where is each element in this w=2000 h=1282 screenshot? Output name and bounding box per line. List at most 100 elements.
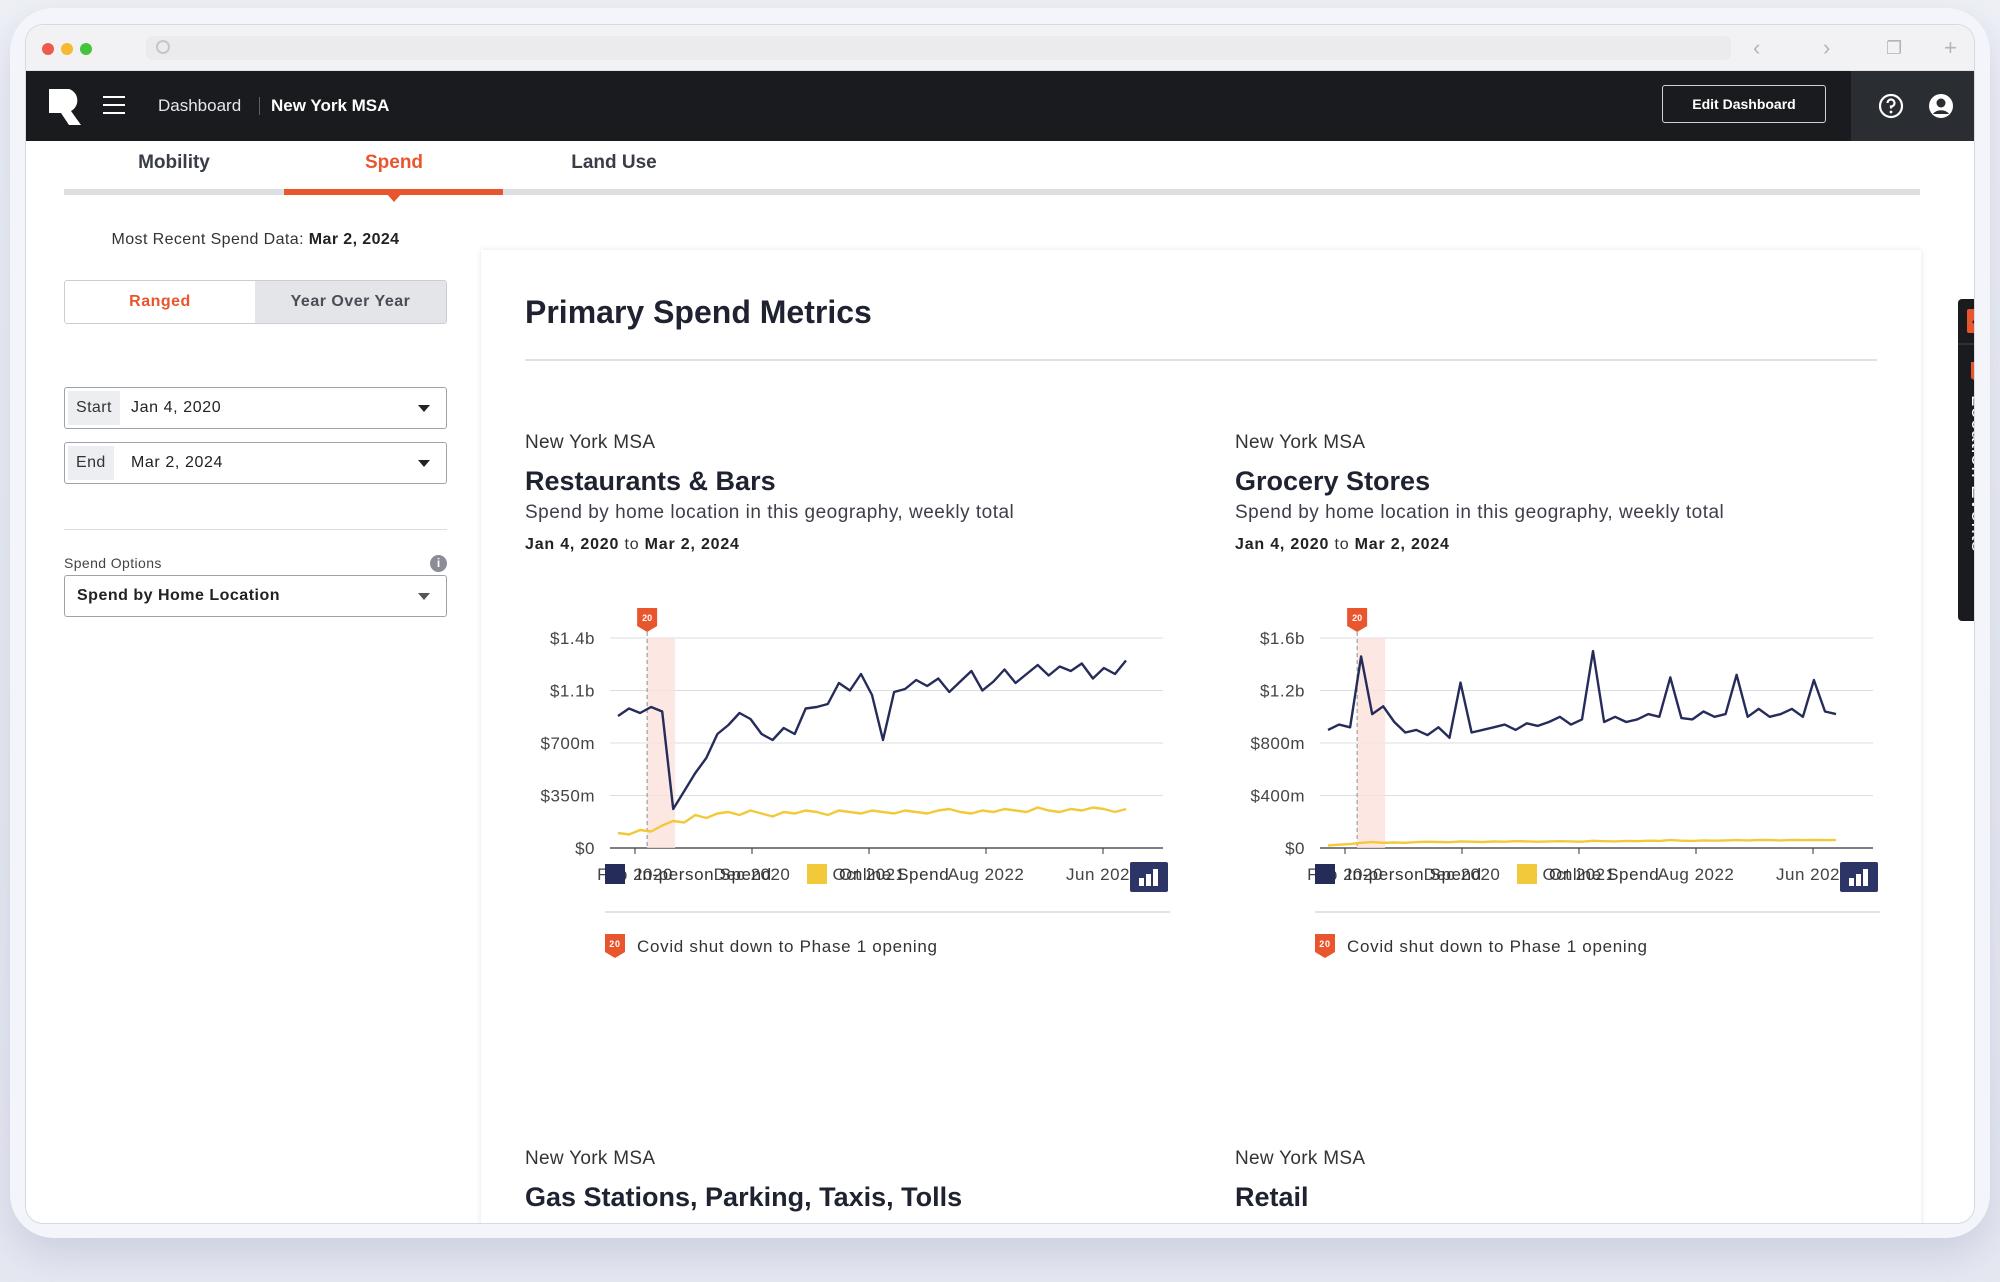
chevron-left-icon[interactable] bbox=[1972, 591, 1975, 609]
account-area bbox=[1851, 71, 1974, 141]
back-icon[interactable]: ‹ bbox=[1753, 36, 1760, 60]
spend-options-value: Spend by Home Location bbox=[77, 587, 281, 604]
online-series-line bbox=[1327, 838, 1836, 847]
y-tick-label: $1.6b bbox=[1260, 629, 1305, 648]
y-tick-label: $0 bbox=[1285, 839, 1305, 858]
most-recent-data: Most Recent Spend Data: Mar 2, 2024 bbox=[64, 231, 447, 249]
range-end: Mar 2, 2024 bbox=[1354, 536, 1450, 553]
chart-panel-gas-stations: New York MSA Gas Stations, Parking, Taxi… bbox=[525, 1148, 1170, 1223]
y-tick-label: $0 bbox=[575, 839, 595, 858]
spend-options-label: Spend Options bbox=[64, 555, 162, 571]
legend-inperson[interactable]: In-person Spend bbox=[637, 865, 772, 884]
y-tick-label: $1.2b bbox=[1260, 682, 1305, 701]
breadcrumb-separator bbox=[259, 97, 260, 115]
tab-mobility[interactable]: Mobility bbox=[104, 141, 244, 189]
location-events-drawer-tab[interactable]: Location Events bbox=[1958, 299, 1975, 621]
app-logo-icon[interactable] bbox=[49, 89, 81, 125]
x-tick-label: Jun 2023 bbox=[1776, 865, 1850, 884]
range-end: Mar 2, 2024 bbox=[644, 536, 740, 553]
event-flag-icon: 20 bbox=[605, 934, 625, 958]
new-tab-icon[interactable]: + bbox=[1944, 36, 1957, 60]
maximize-window-button[interactable] bbox=[80, 43, 92, 55]
event-label: Covid shut down to Phase 1 opening bbox=[1347, 937, 1648, 956]
browser-window: ‹ › ❐ + Dashboard New York MSA Edit Dash… bbox=[25, 24, 1975, 1224]
start-date-label: Start bbox=[68, 391, 120, 425]
bar-chart-icon[interactable] bbox=[1840, 862, 1878, 892]
tab-spend[interactable]: Spend bbox=[324, 141, 464, 189]
online-swatch bbox=[1517, 864, 1538, 884]
start-date-select[interactable]: Start Jan 4, 2020 bbox=[64, 387, 447, 429]
panel-subtitle: Spend by home location in this geography… bbox=[525, 502, 1015, 523]
end-date-select[interactable]: End Mar 2, 2024 bbox=[64, 442, 447, 484]
address-bar[interactable] bbox=[146, 36, 1731, 60]
chevron-down-icon bbox=[418, 460, 430, 467]
panel-geography: New York MSA bbox=[1235, 1148, 1366, 1169]
legend-inperson[interactable]: In-person Spend bbox=[1347, 865, 1482, 884]
panel-date-range: Jan 4, 2020 to Mar 2, 2024 bbox=[525, 536, 740, 554]
drawer-divider bbox=[1958, 343, 1974, 345]
svg-text:20: 20 bbox=[609, 939, 620, 949]
y-tick-label: $350m bbox=[541, 787, 595, 806]
end-date-value: Mar 2, 2024 bbox=[131, 454, 223, 471]
sidebar-divider bbox=[64, 529, 447, 530]
minimize-window-button[interactable] bbox=[61, 43, 73, 55]
x-tick-label: Aug 2022 bbox=[948, 865, 1025, 884]
menu-icon[interactable] bbox=[103, 96, 125, 114]
chart-legend: In-person Spend Online Spend bbox=[1315, 864, 1659, 888]
event-band bbox=[1357, 638, 1386, 848]
inperson-series-line bbox=[617, 659, 1127, 811]
user-avatar-icon[interactable] bbox=[1928, 93, 1954, 119]
range-mode-toggle: Ranged Year Over Year bbox=[64, 280, 447, 324]
x-tick-label: Jun 2023 bbox=[1066, 865, 1140, 884]
section-tabs: Mobility Spend Land Use bbox=[64, 141, 1920, 202]
chart-legend: In-person Spend Online Spend bbox=[605, 864, 949, 888]
y-tick-label: $400m bbox=[1251, 787, 1305, 806]
checkbox-checked-icon[interactable] bbox=[1967, 309, 1975, 333]
panel-title: Gas Stations, Parking, Taxis, Tolls bbox=[525, 1182, 963, 1212]
bar-chart-icon[interactable] bbox=[1130, 862, 1168, 892]
chart-panel-retail: New York MSA Retail bbox=[1235, 1148, 1880, 1223]
tab-land-use[interactable]: Land Use bbox=[544, 141, 684, 189]
spend-options-select[interactable]: Spend by Home Location bbox=[64, 575, 447, 617]
close-window-button[interactable] bbox=[42, 43, 54, 55]
panel-title: Grocery Stores bbox=[1235, 466, 1431, 496]
breadcrumb-dashboard[interactable]: Dashboard bbox=[158, 71, 241, 141]
end-date-label: End bbox=[68, 446, 114, 480]
legend-online[interactable]: Online Spend bbox=[839, 865, 949, 884]
x-tick-label: Aug 2022 bbox=[1658, 865, 1735, 884]
event-annotation: 20 Covid shut down to Phase 1 opening bbox=[1315, 934, 1648, 958]
event-label: Covid shut down to Phase 1 opening bbox=[637, 937, 938, 956]
svg-text:20: 20 bbox=[1319, 939, 1330, 949]
help-icon[interactable] bbox=[1878, 93, 1904, 119]
chevron-down-icon bbox=[418, 593, 430, 600]
forward-icon[interactable]: › bbox=[1823, 36, 1830, 60]
start-date-value: Jan 4, 2020 bbox=[131, 399, 222, 416]
top-navigation: Dashboard New York MSA Edit Dashboard bbox=[26, 71, 1974, 141]
legend-online[interactable]: Online Spend bbox=[1549, 865, 1659, 884]
info-icon[interactable]: i bbox=[430, 555, 447, 572]
filters-sidebar: Most Recent Spend Data: Mar 2, 2024 Rang… bbox=[64, 217, 447, 617]
legend-divider bbox=[605, 911, 1170, 913]
most-recent-date: Mar 2, 2024 bbox=[308, 231, 400, 248]
search-icon bbox=[156, 40, 170, 54]
range-to: to bbox=[624, 536, 640, 553]
grocery-line-chart[interactable]: $0$400m$800m$1.2b$1.6b20Feb 2020 Dec 2020… bbox=[1235, 608, 1880, 898]
event-flag-label: 20 bbox=[642, 613, 652, 623]
location-events-label: Location Events bbox=[1967, 395, 1975, 553]
tabs-icon[interactable]: ❐ bbox=[1886, 36, 1902, 60]
panel-date-range: Jan 4, 2020 to Mar 2, 2024 bbox=[1235, 536, 1450, 554]
inperson-swatch bbox=[605, 864, 625, 884]
restaurants-line-chart[interactable]: $0$350m$700m$1.1b$1.4b20Feb 2020 Dec 2020… bbox=[525, 608, 1170, 898]
panel-title: Retail bbox=[1235, 1182, 1309, 1212]
range-start: Jan 4, 2020 bbox=[1235, 536, 1330, 553]
event-annotation: 20 Covid shut down to Phase 1 opening bbox=[605, 934, 938, 958]
metrics-card: Primary Spend Metrics New York MSA Resta… bbox=[481, 250, 1921, 1223]
y-tick-label: $800m bbox=[1251, 734, 1305, 753]
legend-divider bbox=[1315, 911, 1880, 913]
edit-dashboard-button[interactable]: Edit Dashboard bbox=[1662, 85, 1826, 123]
ranged-option[interactable]: Ranged bbox=[65, 281, 255, 323]
year-over-year-option[interactable]: Year Over Year bbox=[255, 281, 446, 323]
panel-subtitle: Spend by home location in this geography… bbox=[1235, 502, 1725, 523]
inperson-swatch bbox=[1315, 864, 1335, 884]
chart-panel-grocery: New York MSA Grocery Stores Spend by hom… bbox=[1235, 432, 1880, 992]
